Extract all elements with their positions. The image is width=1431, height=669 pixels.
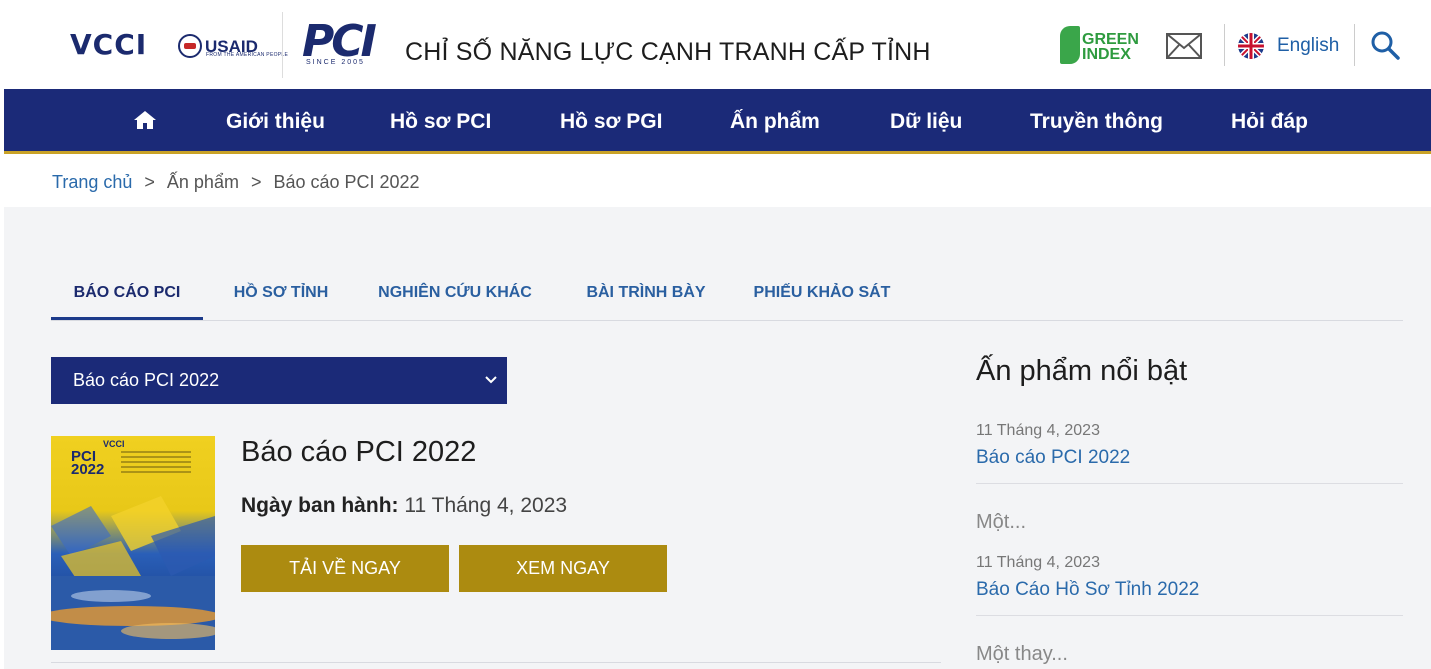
nav-item-truyen-thong[interactable]: Truyền thông	[1030, 89, 1163, 154]
publication-date-label: Ngày ban hành:	[241, 494, 399, 517]
pci-logo-since: SINCE 2005	[306, 59, 365, 66]
nav-item-ho-so-pci[interactable]: Hồ sơ PCI	[390, 89, 491, 154]
view-button[interactable]: XEM NGAY	[459, 545, 667, 592]
chevron-down-icon	[485, 376, 497, 384]
featured-divider	[976, 615, 1403, 616]
main-nav: Giới thiệu Hồ sơ PCI Hồ sơ PGI Ấn phẩm D…	[4, 89, 1431, 154]
pci-logo[interactable]: PCI SINCE 2005	[302, 16, 384, 68]
nav-item-an-pham[interactable]: Ấn phẩm	[730, 89, 820, 154]
usaid-tagline: FROM THE AMERICAN PEOPLE	[206, 52, 289, 58]
publication-tabs: BÁO CÁO PCI HỒ SƠ TỈNH NGHIÊN CỨU KHÁC B…	[51, 272, 1403, 321]
breadcrumb: Trang chủ > Ấn phẩm > Báo cáo PCI 2022	[52, 172, 420, 193]
mail-icon[interactable]	[1166, 33, 1202, 59]
featured-item-description: Một thay...	[976, 643, 1068, 665]
featured-item-link[interactable]: Báo cáo PCI 2022	[976, 447, 1130, 469]
header-separator	[1224, 24, 1225, 66]
featured-item-link[interactable]: Báo Cáo Hồ Sơ Tỉnh 2022	[976, 579, 1199, 601]
breadcrumb-home[interactable]: Trang chủ	[52, 172, 132, 193]
site-header: VCCI USAID FROM THE AMERICAN PEOPLE PCI …	[0, 0, 1431, 89]
tab-ho-so-tinh[interactable]: HỒ SƠ TỈNH	[220, 272, 342, 320]
usaid-seal-icon	[178, 34, 202, 58]
row-divider	[51, 662, 941, 663]
home-icon[interactable]	[134, 110, 156, 130]
cover-decoration	[121, 451, 191, 476]
nav-item-hoi-dap[interactable]: Hỏi đáp	[1231, 89, 1308, 154]
search-icon[interactable]	[1370, 30, 1400, 60]
publication-date: Ngày ban hành: 11 Tháng 4, 2023	[241, 494, 567, 518]
tab-bao-cao-pci[interactable]: BÁO CÁO PCI	[51, 272, 203, 320]
leaf-icon	[1060, 26, 1080, 64]
download-button[interactable]: TẢI VỀ NGAY	[241, 545, 449, 592]
cover-clouds	[51, 576, 215, 650]
vcci-logo[interactable]: VCCI	[70, 28, 147, 61]
cover-vcci-text: VCCI	[103, 439, 125, 449]
breadcrumb-separator: >	[144, 172, 155, 192]
featured-item-date: 11 Tháng 4, 2023	[976, 422, 1100, 439]
cover-year-label: 2022	[71, 461, 105, 478]
featured-divider	[976, 483, 1403, 484]
cover-pci-text: PCI 2022	[71, 449, 105, 478]
publication-date-value: 11 Tháng 4, 2023	[404, 494, 568, 517]
featured-item-description: Một...	[976, 511, 1027, 533]
cover-art	[51, 496, 215, 586]
report-year-select-value: Báo cáo PCI 2022	[73, 370, 220, 390]
language-label: English	[1277, 35, 1340, 56]
publication-title[interactable]: Báo cáo PCI 2022	[241, 436, 476, 469]
header-separator	[1354, 24, 1355, 66]
green-index-text: GREEN INDEX	[1082, 32, 1139, 63]
tab-bai-trinh-bay[interactable]: BÀI TRÌNH BÀY	[575, 272, 717, 320]
nav-item-du-lieu[interactable]: Dữ liệu	[890, 89, 962, 154]
breadcrumb-separator: >	[250, 172, 262, 192]
uk-flag-icon	[1238, 33, 1264, 59]
main-content: BÁO CÁO PCI HỒ SƠ TỈNH NGHIÊN CỨU KHÁC B…	[4, 207, 1431, 669]
breadcrumb-section[interactable]: Ấn phẩm	[167, 172, 239, 193]
site-title: CHỈ SỐ NĂNG LỰC CẠNH TRANH CẤP TỈNH	[405, 38, 931, 66]
report-year-select[interactable]: Báo cáo PCI 2022	[51, 357, 507, 404]
green-index-line-2: INDEX	[1082, 46, 1131, 63]
tab-phieu-khao-sat[interactable]: PHIẾU KHẢO SÁT	[746, 272, 898, 320]
featured-item-date: 11 Tháng 4, 2023	[976, 554, 1100, 571]
breadcrumb-bar: Trang chủ > Ấn phẩm > Báo cáo PCI 2022	[4, 157, 1431, 207]
language-switch[interactable]: English	[1238, 32, 1339, 60]
breadcrumb-current: Báo cáo PCI 2022	[273, 172, 420, 192]
publication-cover-image[interactable]: VCCI PCI 2022	[51, 436, 215, 650]
green-index-logo[interactable]: GREEN INDEX	[1060, 24, 1140, 68]
featured-heading: Ấn phẩm nổi bật	[976, 355, 1188, 387]
nav-item-ho-so-pgi[interactable]: Hồ sơ PGI	[560, 89, 662, 154]
nav-item-gioi-thieu[interactable]: Giới thiệu	[226, 89, 325, 154]
tab-nghien-cuu-khac[interactable]: NGHIÊN CỨU KHÁC	[369, 272, 541, 320]
header-divider	[282, 12, 283, 78]
